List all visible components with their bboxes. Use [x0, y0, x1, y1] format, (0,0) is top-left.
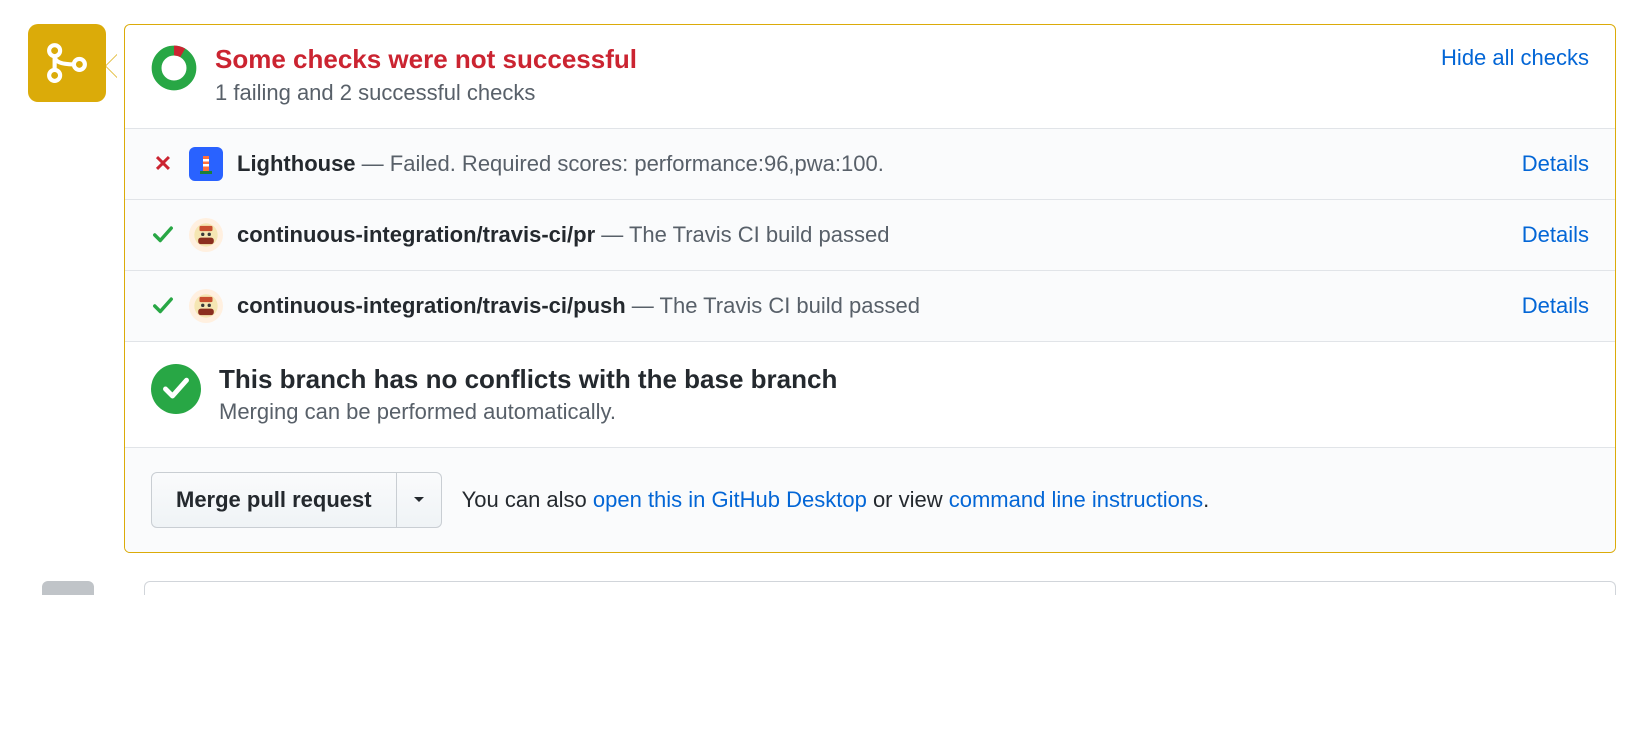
- merge-info-text: You can also open this in GitHub Desktop…: [462, 487, 1210, 513]
- check-sep: —: [626, 293, 660, 318]
- check-icon: [151, 224, 175, 246]
- check-name: continuous-integration/travis-ci/push: [237, 293, 626, 318]
- check-details-link[interactable]: Details: [1522, 293, 1589, 319]
- hide-all-checks-link[interactable]: Hide all checks: [1441, 45, 1589, 71]
- checks-panel: Some checks were not successful 1 failin…: [124, 24, 1616, 553]
- caret-down-icon: [413, 496, 425, 504]
- checks-donut-icon: [151, 45, 197, 91]
- next-section-stub: [28, 581, 1616, 595]
- check-row: ✕ Lighthouse — Failed. Required scores: …: [125, 129, 1615, 200]
- open-github-desktop-link[interactable]: open this in GitHub Desktop: [593, 487, 867, 512]
- check-desc: Failed. Required scores: performance:96,…: [390, 151, 884, 176]
- check-sep: —: [595, 222, 629, 247]
- check-details-link[interactable]: Details: [1522, 222, 1589, 248]
- check-icon: [151, 295, 175, 317]
- merge-options-caret-button[interactable]: [397, 472, 442, 528]
- checks-status-heading: Some checks were not successful: [215, 45, 1423, 74]
- travis-avatar: [189, 218, 223, 252]
- merge-status-sub: Merging can be performed automatically.: [219, 399, 837, 425]
- check-details-link[interactable]: Details: [1522, 151, 1589, 177]
- merge-actions-bar: Merge pull request You can also open thi…: [125, 448, 1615, 552]
- check-desc: The Travis CI build passed: [629, 222, 889, 247]
- check-name: Lighthouse: [237, 151, 356, 176]
- check-desc: The Travis CI build passed: [660, 293, 920, 318]
- check-row: continuous-integration/travis-ci/push — …: [125, 271, 1615, 342]
- merge-status-heading: This branch has no conflicts with the ba…: [219, 364, 837, 395]
- check-sep: —: [356, 151, 390, 176]
- travis-avatar: [189, 289, 223, 323]
- merge-conflict-status: This branch has no conflicts with the ba…: [125, 342, 1615, 448]
- check-row: continuous-integration/travis-ci/pr — Th…: [125, 200, 1615, 271]
- git-merge-icon: [45, 41, 89, 85]
- checks-header: Some checks were not successful 1 failin…: [125, 25, 1615, 129]
- success-check-icon: [151, 364, 201, 414]
- x-icon: ✕: [151, 151, 175, 177]
- merge-pull-request-button[interactable]: Merge pull request: [151, 472, 397, 528]
- lighthouse-avatar: [189, 147, 223, 181]
- checks-status-sub: 1 failing and 2 successful checks: [215, 80, 1423, 106]
- comment-box-stub: [144, 581, 1616, 595]
- timeline-merge-badge: [28, 24, 106, 102]
- command-line-instructions-link[interactable]: command line instructions: [949, 487, 1203, 512]
- avatar-placeholder: [42, 581, 94, 595]
- check-name: continuous-integration/travis-ci/pr: [237, 222, 595, 247]
